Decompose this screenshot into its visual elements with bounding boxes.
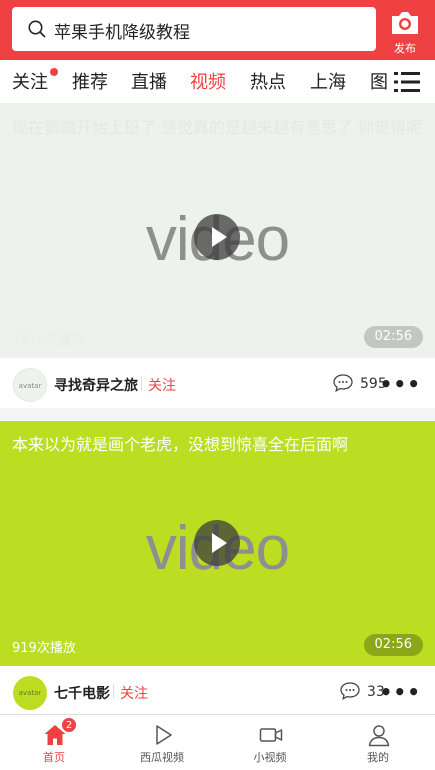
nav-mine[interactable]: 我的 bbox=[324, 715, 432, 770]
nav-home[interactable]: 2 首页 bbox=[0, 715, 108, 770]
play-count: 1519次播放 bbox=[12, 333, 85, 348]
camera-icon bbox=[392, 12, 418, 34]
tab-follow[interactable]: 关注 bbox=[12, 68, 48, 94]
author-name[interactable]: 寻找奇异之旅 bbox=[54, 375, 138, 395]
nav-label: 西瓜视频 bbox=[140, 751, 184, 764]
top-header: 苹果手机降级教程 发布 bbox=[0, 0, 435, 60]
card-divider bbox=[0, 408, 435, 421]
divider bbox=[113, 684, 114, 699]
list-menu-icon[interactable] bbox=[394, 71, 420, 93]
video-thumbnail[interactable]: 本来以为就是画个老虎，没想到惊喜全在后面啊 video 919次播放 02:56 bbox=[0, 421, 435, 666]
play-count: 919次播放 bbox=[12, 641, 76, 656]
play-icon[interactable] bbox=[194, 214, 240, 260]
video-title: 现在鹦鹉开始上班了 感觉真的是越来越有意思了 你觉得呢 bbox=[12, 118, 423, 137]
tab-live[interactable]: 直播 bbox=[131, 68, 167, 94]
unread-dot bbox=[50, 68, 58, 76]
more-options-button[interactable]: ••• bbox=[380, 680, 421, 704]
notification-badge: 2 bbox=[61, 717, 77, 733]
follow-button[interactable]: 关注 bbox=[120, 683, 148, 703]
user-icon bbox=[368, 725, 390, 747]
author-name[interactable]: 七千电影 bbox=[54, 683, 110, 703]
avatar[interactable]: avatar bbox=[13, 676, 47, 710]
video-meta-row: avatar 七千电影 关注 33 ••• bbox=[0, 666, 435, 716]
nav-short-video[interactable]: 小视频 bbox=[216, 715, 324, 770]
channel-tabs: 关注 推荐 直播 视频 热点 上海 图 bbox=[0, 60, 435, 104]
nav-label: 小视频 bbox=[253, 751, 287, 764]
divider bbox=[141, 376, 142, 391]
comment-icon[interactable] bbox=[332, 373, 354, 393]
video-thumbnail[interactable]: 现在鹦鹉开始上班了 感觉真的是越来越有意思了 你觉得呢 video 1519次播… bbox=[0, 104, 435, 358]
tab-recommend[interactable]: 推荐 bbox=[72, 68, 108, 94]
tab-video[interactable]: 视频 bbox=[190, 68, 226, 94]
play-outline-icon bbox=[156, 725, 172, 745]
tab-pictures[interactable]: 图 bbox=[370, 68, 388, 94]
search-icon bbox=[28, 20, 46, 38]
search-text: 苹果手机降级教程 bbox=[54, 23, 190, 43]
video-meta-row: avatar 寻找奇异之旅 关注 595 ••• bbox=[0, 358, 435, 408]
video-camera-icon bbox=[259, 728, 283, 742]
tab-hot[interactable]: 热点 bbox=[250, 68, 286, 94]
avatar[interactable]: avatar bbox=[13, 368, 47, 402]
comment-icon[interactable] bbox=[339, 681, 361, 701]
video-title: 本来以为就是画个老虎，没想到惊喜全在后面啊 bbox=[12, 435, 349, 454]
video-duration: 02:56 bbox=[363, 326, 423, 348]
nav-label: 首页 bbox=[43, 751, 65, 764]
publish-button[interactable]: 发布 bbox=[385, 6, 425, 56]
more-options-button[interactable]: ••• bbox=[380, 372, 421, 396]
search-bar[interactable]: 苹果手机降级教程 bbox=[12, 7, 376, 51]
video-duration: 02:56 bbox=[363, 634, 423, 656]
nav-label: 我的 bbox=[367, 751, 389, 764]
play-icon[interactable] bbox=[194, 520, 240, 566]
tab-shanghai[interactable]: 上海 bbox=[310, 68, 346, 94]
bottom-nav: 2 首页 西瓜视频 小视频 我的 bbox=[0, 714, 435, 770]
follow-button[interactable]: 关注 bbox=[148, 375, 176, 395]
nav-xigua-video[interactable]: 西瓜视频 bbox=[108, 715, 216, 770]
publish-label: 发布 bbox=[394, 42, 416, 55]
